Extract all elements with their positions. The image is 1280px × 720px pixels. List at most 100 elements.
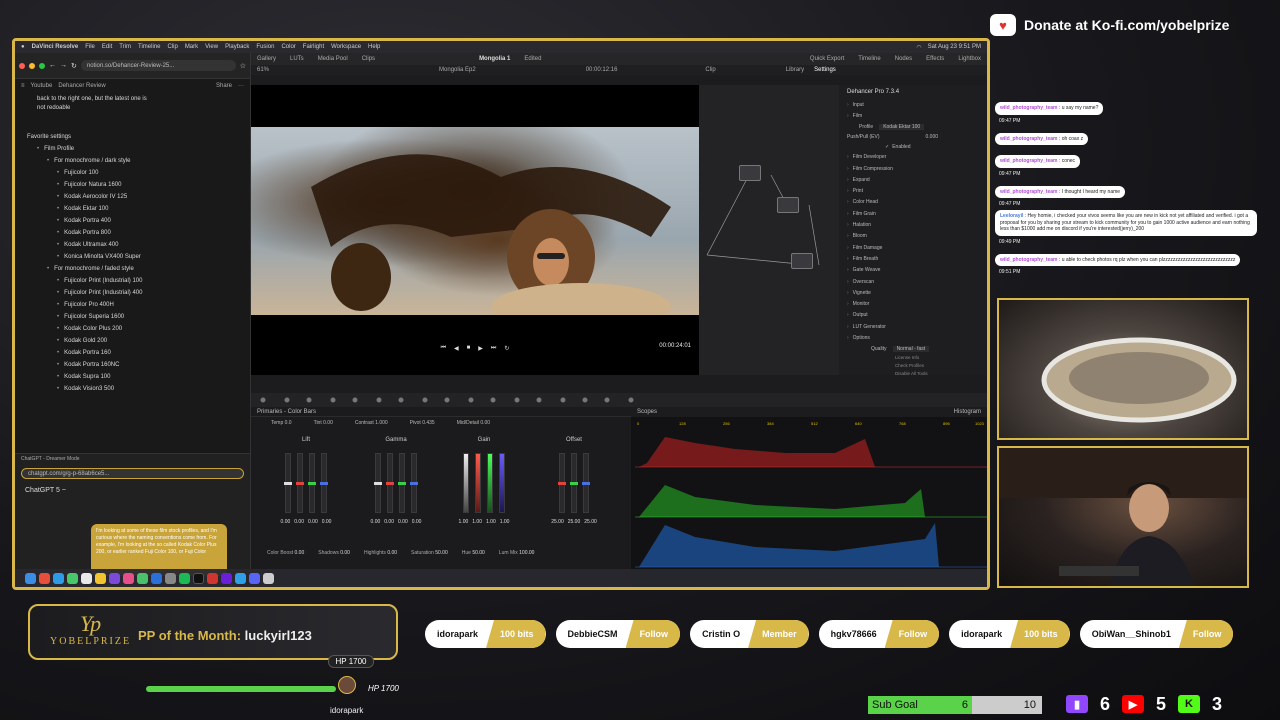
timeline-name[interactable]: Mongolia Ep2 (439, 67, 476, 73)
step-back-icon[interactable]: ◀ (454, 345, 459, 352)
bar-knob[interactable] (570, 482, 578, 485)
discord-icon[interactable] (249, 572, 260, 584)
wheel-value[interactable]: 1.00 (500, 519, 510, 525)
menu-fusion[interactable]: Fusion (256, 44, 274, 50)
panel-row[interactable]: Color Head (839, 197, 987, 208)
node-01[interactable] (739, 165, 761, 181)
scope-mode-dropdown[interactable]: Histogram (954, 409, 981, 415)
menu-help[interactable]: Help (368, 44, 380, 50)
music-icon[interactable] (123, 572, 134, 584)
library-tab[interactable]: Library (786, 67, 804, 73)
trash-icon[interactable] (263, 572, 274, 584)
param-temp[interactable]: Temp 0.0 (271, 420, 292, 426)
disable-all-tools-button[interactable]: Disable All Tools (895, 370, 987, 378)
bar-knob[interactable] (320, 482, 328, 485)
luma-bar[interactable] (284, 453, 292, 513)
check-profiles-button[interactable]: Check Profiles (895, 362, 987, 370)
gamma-wheel[interactable]: Gamma 0.00 0.00 0.00 0.00 (353, 437, 439, 547)
back-icon[interactable]: ← (49, 62, 56, 69)
wheel-value[interactable]: 0.00 (294, 519, 304, 525)
panel-row[interactable]: Options (839, 332, 987, 343)
param-shadows[interactable]: Shadows 0.00 (318, 550, 350, 556)
panel-row[interactable]: Output (839, 310, 987, 321)
bar-knob[interactable] (558, 482, 566, 485)
stop-icon[interactable]: ■ (467, 345, 471, 351)
quality-dropdown[interactable]: Normal - fast (892, 345, 930, 352)
luma-bar[interactable] (463, 453, 469, 513)
appstore-icon[interactable] (151, 572, 162, 584)
zoom-level[interactable]: 61% (257, 67, 269, 73)
more-icon[interactable]: ··· (238, 83, 244, 89)
close-window-icon[interactable] (19, 62, 25, 69)
play-icon[interactable]: ▶ (478, 345, 483, 352)
spotify-icon[interactable] (179, 572, 190, 584)
tab-gallery[interactable]: Gallery (257, 56, 276, 62)
menu-view[interactable]: View (205, 44, 218, 50)
resolve-icon[interactable] (207, 572, 218, 584)
wheel-value[interactable]: 1.00 (472, 519, 482, 525)
panel-row[interactable]: Overscan (839, 276, 987, 287)
wheel-value[interactable]: 0.00 (281, 519, 291, 525)
film-profile-item[interactable]: Film Profile (27, 143, 238, 155)
param-pivot[interactable]: Pivot 0.435 (410, 420, 435, 426)
tool-icons[interactable] (251, 393, 987, 407)
menu-edit[interactable]: Edit (102, 44, 112, 50)
blue-bar[interactable] (410, 453, 418, 513)
panel-row[interactable]: Bloom (839, 231, 987, 242)
bar-knob[interactable] (582, 482, 590, 485)
chrome-icon[interactable] (81, 572, 92, 584)
launchpad-icon[interactable] (39, 572, 50, 584)
panel-row[interactable]: Film Developer (839, 152, 987, 163)
offset-wheel[interactable]: Offset 25.00 25.00 25.00 (531, 437, 617, 547)
address-bar[interactable]: notion.so/Dehancer-Review-25... (80, 60, 236, 71)
profile-dropdown[interactable]: Kodak Ektar 100 (879, 123, 925, 130)
breadcrumb-page[interactable]: Dehancer Review (58, 83, 105, 89)
panel-row[interactable]: LUT Generator (839, 321, 987, 332)
panel-row[interactable]: Halation (839, 219, 987, 230)
wheel-value[interactable]: 25.00 (584, 519, 597, 525)
menu-color[interactable]: Color (281, 44, 295, 50)
settings-tab[interactable]: Settings (814, 67, 836, 73)
panel-row[interactable]: Film (839, 110, 987, 121)
panel-row[interactable]: Vignette (839, 287, 987, 298)
param-hue[interactable]: Hue 50.00 (462, 550, 485, 556)
license-info-button[interactable]: License Info (895, 354, 987, 362)
green-bar[interactable] (308, 453, 316, 513)
panel-row[interactable]: Film Compression (839, 163, 987, 174)
menubar-clock[interactable]: Sat Aug 23 9:51 PM (928, 44, 981, 51)
tab-clips[interactable]: Clips (362, 56, 375, 62)
panel-row[interactable]: Film Breath (839, 253, 987, 264)
checkbox-icon[interactable]: ✓ (885, 144, 889, 150)
tab-quick-export[interactable]: Quick Export (810, 56, 844, 62)
red-bar[interactable] (386, 453, 394, 513)
green-bar[interactable] (487, 453, 493, 513)
breadcrumb-youtube[interactable]: Youtube (31, 83, 53, 89)
tab-lightbox[interactable]: Lightbox (958, 56, 981, 62)
menu-fairlight[interactable]: Fairlight (303, 44, 324, 50)
panel-row[interactable]: Expand (839, 174, 987, 185)
lift-wheel[interactable]: Lift 0.00 0.00 0.00 0.00 (263, 437, 349, 547)
luma-bar[interactable] (374, 453, 382, 513)
bar-knob[interactable] (410, 482, 418, 485)
facetime-icon[interactable] (137, 572, 148, 584)
node-editor[interactable] (699, 85, 839, 375)
wheel-value[interactable]: 1.00 (486, 519, 496, 525)
menu-timeline[interactable]: Timeline (138, 44, 160, 50)
minimize-window-icon[interactable] (29, 62, 35, 69)
podcasts-icon[interactable] (109, 572, 120, 584)
panel-row[interactable]: Print (839, 185, 987, 196)
wheel-value[interactable]: 0.00 (308, 519, 318, 525)
clip-dropdown[interactable]: Clip (705, 67, 715, 73)
tab-nodes[interactable]: Nodes (895, 56, 912, 62)
settings-icon[interactable] (165, 572, 176, 584)
bar-knob[interactable] (386, 482, 394, 485)
panel-row[interactable]: Input (839, 99, 987, 110)
panel-row[interactable]: Film Grain (839, 208, 987, 219)
group-faded-style[interactable]: For monochrome / faded style (27, 263, 238, 275)
tab-media-pool[interactable]: Media Pool (318, 56, 348, 62)
chatgpt-tab[interactable]: ChatGPT - Dreamer Mode (15, 454, 250, 464)
zoom-window-icon[interactable] (39, 62, 45, 69)
skip-start-icon[interactable]: ⏮ (441, 345, 446, 352)
menu-clip[interactable]: Clip (167, 44, 177, 50)
panel-row[interactable]: Gate Weave (839, 265, 987, 276)
